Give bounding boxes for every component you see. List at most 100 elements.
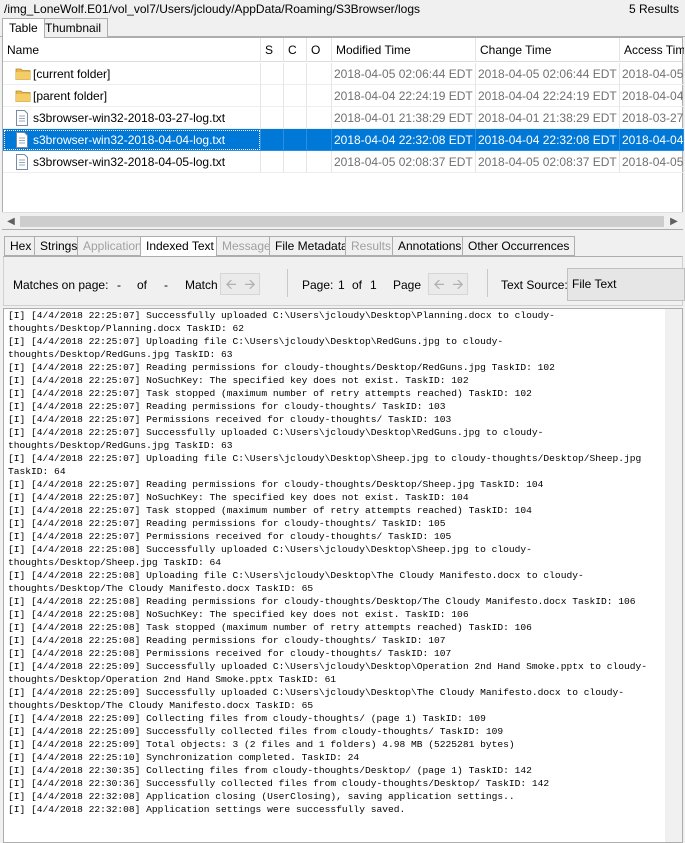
column-header-name[interactable]: Name [3,38,261,62]
results-count: 5 Results [628,2,679,16]
cell-s [261,151,284,173]
scrollbar-thumb[interactable] [20,216,664,227]
page-of-label: of [352,278,363,292]
log-line: [I] [4/4/2018 22:25:07] Uploading file C… [8,453,648,477]
cell-modified-time: 2018-04-05 02:06:44 EDT [332,63,476,85]
log-line: [I] [4/4/2018 22:25:07] Task stopped (ma… [8,505,532,516]
tab-annotations[interactable]: Annotations [392,236,468,256]
scroll-left-icon[interactable]: ◀ [4,215,18,228]
log-line: [I] [4/4/2018 22:25:09] Successfully upl… [8,661,648,685]
log-line: [I] [4/4/2018 22:25:07] Task stopped (ma… [8,388,532,399]
matches-on-page-label: Matches on page: [13,278,109,292]
folder-icon [15,88,31,104]
content-tabs: Hex Strings Application Indexed Text Mes… [0,236,685,256]
tab-thumbnail[interactable]: Thumbnail [38,18,109,37]
toolbar-divider [287,269,288,297]
column-header-access-time[interactable]: Access Time [620,38,684,62]
log-line: [I] [4/4/2018 22:30:35] Collecting files… [8,765,532,776]
horizontal-scrollbar[interactable]: ◀ ▶ [2,212,683,229]
table-row[interactable]: [current folder] 2018-04-05 02:06:44 EDT 2… [3,63,684,85]
page-total-value: 1 [370,278,377,292]
page-nav-label: Page [393,278,422,292]
cell-change-time: 2018-04-05 02:06:44 EDT [476,63,620,85]
previous-page-icon[interactable]: 🡨 [430,275,448,293]
log-line: [I] [4/4/2018 22:25:07] Reading permissi… [8,518,446,529]
column-header-o[interactable]: O [307,38,332,62]
cell-modified-time: 2018-04-01 21:38:29 EDT [332,107,476,129]
matches-of-label: of [137,278,148,292]
tab-table[interactable]: Table [2,18,45,38]
cell-modified-time: 2018-04-04 22:24:19 EDT [332,85,476,107]
text-file-icon [15,110,29,126]
log-line: [I] [4/4/2018 22:25:07] Permissions rece… [8,414,452,425]
cell-s [261,63,284,85]
match-nav-buttons: 🡨 🡪 [220,273,260,295]
cell-change-time: 2018-04-05 02:08:37 EDT [476,151,620,173]
text-source-label: Text Source: [501,278,568,292]
log-line: [I] [4/4/2018 22:25:08] Task stopped (ma… [8,622,532,633]
log-line: [I] [4/4/2018 22:25:08] Uploading file C… [8,570,584,594]
file-name: s3browser-win32-2018-04-04-log.txt [33,133,226,147]
log-line: [I] [4/4/2018 22:32:08] Application sett… [8,804,406,815]
table-row[interactable]: [parent folder] 2018-04-04 22:24:19 EDT 20… [3,85,684,107]
log-line: [I] [4/4/2018 22:25:08] Reading permissi… [8,635,446,646]
log-line: [I] [4/4/2018 22:30:36] Successfully col… [8,778,550,789]
text-file-icon [15,132,29,148]
cell-access-time: 2018-04-05 [620,151,684,173]
tab-message: Message [216,236,277,256]
log-line: [I] [4/4/2018 22:25:08] Permissions rece… [8,648,452,659]
log-line: [I] [4/4/2018 22:25:07] Successfully upl… [8,310,555,334]
log-line: [I] [4/4/2018 22:25:07] Reading permissi… [8,401,446,412]
toolbar-divider [487,269,488,297]
table-row[interactable]: s3browser-win32-2018-04-04-log.txt 2018-0… [3,129,684,151]
tab-indexed-text[interactable]: Indexed Text [140,236,220,256]
cell-name: s3browser-win32-2018-03-27-log.txt [3,107,261,129]
cell-access-time: 2018-04-04 [620,85,684,107]
column-header-c[interactable]: C [284,38,307,62]
log-line: [I] [4/4/2018 22:25:07] NoSuchKey: The s… [8,375,469,386]
page-current-value: 1 [338,278,345,292]
tab-file-metadata[interactable]: File Metadata [269,236,354,256]
table-row[interactable]: s3browser-win32-2018-04-05-log.txt 2018-0… [3,151,684,173]
log-line: [I] [4/4/2018 22:25:07] NoSuchKey: The s… [8,492,469,503]
tab-hex[interactable]: Hex [4,236,38,256]
log-line: [I] [4/4/2018 22:25:09] Successfully col… [8,726,504,737]
cell-c [284,129,307,151]
column-header-modified-time[interactable]: Modified Time [332,38,476,62]
vertical-scrollbar[interactable] [665,309,682,842]
tab-strings[interactable]: Strings [34,236,84,256]
scroll-right-icon[interactable]: ▶ [667,215,681,228]
cell-change-time: 2018-04-04 22:24:19 EDT [476,85,620,107]
text-source-select[interactable]: File Text [567,268,685,301]
file-name: [current folder] [33,67,111,81]
table-row[interactable]: s3browser-win32-2018-03-27-log.txt 2018-0… [3,107,684,129]
log-line: [I] [4/4/2018 22:25:07] Permissions rece… [8,531,452,542]
cell-s [261,85,284,107]
tab-other-occurrences[interactable]: Other Occurrences [462,236,576,256]
tab-application: Application [77,236,148,256]
file-name: s3browser-win32-2018-04-05-log.txt [33,155,226,169]
text-source-value: File Text [572,277,617,291]
cell-modified-time: 2018-04-04 22:32:08 EDT [332,129,476,151]
cell-s [261,129,284,151]
cell-o [307,107,332,129]
cell-change-time: 2018-04-04 22:32:08 EDT [476,129,620,151]
log-line: [I] [4/4/2018 22:25:09] Total objects: 3… [8,739,515,750]
column-header-s[interactable]: S [261,38,284,62]
indexed-text-pane[interactable]: [I] [4/4/2018 22:25:07] Successfully upl… [3,308,683,843]
cell-c [284,85,307,107]
previous-match-icon[interactable]: 🡨 [222,275,240,293]
indexed-text-toolbar: Matches on page: - of - Match 🡨 🡪 Page: … [3,256,685,306]
cell-access-time: 2018-04-04 [620,129,684,151]
log-line: [I] [4/4/2018 22:25:07] Reading permissi… [8,479,544,490]
log-line: [I] [4/4/2018 22:32:08] Application clos… [8,791,515,802]
log-line: [I] [4/4/2018 22:25:08] NoSuchKey: The s… [8,609,469,620]
cell-modified-time: 2018-04-05 02:08:37 EDT [332,151,476,173]
next-match-icon[interactable]: 🡪 [241,275,259,293]
file-name: [parent folder] [33,89,108,103]
column-header-change-time[interactable]: Change Time [476,38,620,62]
next-page-icon[interactable]: 🡪 [449,275,467,293]
cell-name: [parent folder] [3,85,261,107]
table-header: Name S C O Modified Time Change Time Acc… [3,38,684,62]
page-label: Page: [302,278,334,292]
